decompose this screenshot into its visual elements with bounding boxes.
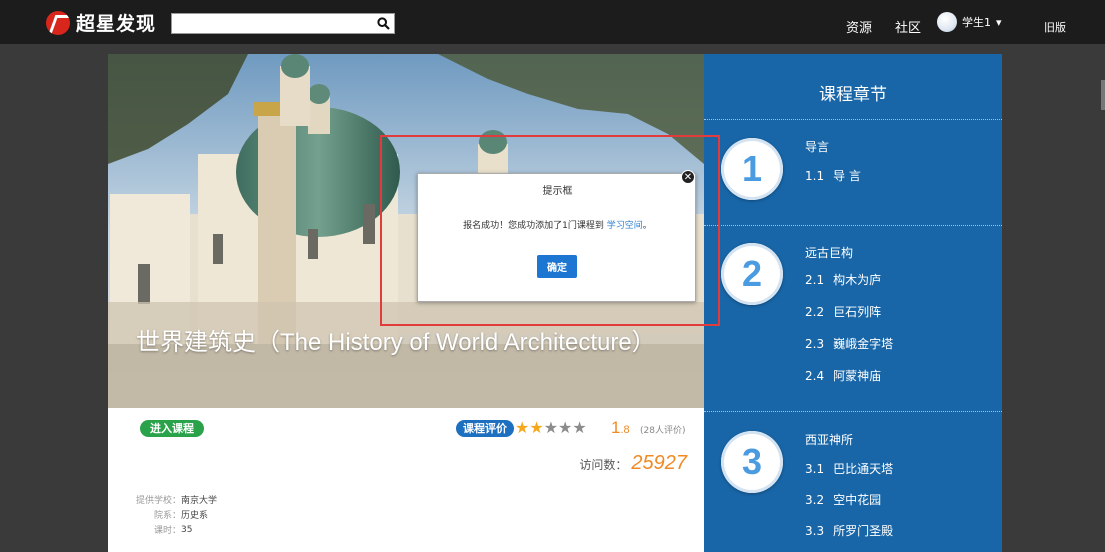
meta-row-department: 院系： 历史系 [108, 507, 238, 522]
divider [704, 411, 1002, 412]
visits-label: 访问数： [579, 458, 628, 472]
lesson-number: 3.2 [805, 493, 825, 507]
logo[interactable]: 超星发现 [46, 9, 156, 36]
chapter-number-badge: 1 [721, 138, 783, 200]
rating-stars[interactable]: ★★★★★ [515, 418, 587, 437]
lesson-label: 巍峨金字塔 [833, 337, 894, 351]
close-icon[interactable]: ✕ [681, 170, 695, 184]
meta-label: 课时： [153, 526, 181, 536]
user-name: 学生1 [962, 16, 991, 29]
star-empty-icon[interactable]: ★ [558, 418, 572, 437]
chapter-lesson-item[interactable]: 3.1 巴比通天塔 [805, 460, 893, 477]
nav-resources-link[interactable]: 资源 [846, 17, 872, 36]
search-icon [376, 17, 390, 30]
chapter-number-badge: 3 [721, 431, 783, 493]
study-space-link[interactable]: 学习空间 [607, 221, 643, 231]
chaoxing-logo-icon [46, 10, 70, 35]
lesson-number: 2.3 [805, 337, 825, 351]
meta-value: 历史系 [181, 511, 209, 521]
prompt-dialog: 提示框 ✕ 报名成功！您成功添加了1门课程到 学习空间。 确定 [417, 170, 697, 302]
nav-old-version-link[interactable]: 旧版 [1044, 19, 1066, 35]
chapter-lesson-item[interactable]: 2.4 阿蒙神庙 [805, 367, 881, 384]
avatar [937, 12, 957, 32]
lesson-label: 阿蒙神庙 [833, 369, 882, 383]
lesson-label: 导 言 [833, 169, 861, 183]
chapter-sidebar: 课程章节 1 导言 1.1 导 言 2 远古巨构 2.1 构木为庐 2.2 巨石列阵 … [704, 54, 1002, 552]
star-filled-icon[interactable]: ★ [529, 418, 543, 437]
chapter-title[interactable]: 导言 [805, 138, 829, 155]
lesson-number: 2.1 [805, 273, 825, 287]
logo-text: 超星发现 [76, 13, 157, 35]
user-menu[interactable]: 学生1 ▾ [937, 12, 1002, 32]
dialog-message-end: 。 [642, 221, 652, 231]
lesson-label: 空中花园 [833, 493, 882, 507]
lesson-number: 2.4 [805, 369, 825, 383]
divider [704, 225, 1002, 226]
visits-value: 25927 [631, 452, 687, 474]
star-filled-icon[interactable]: ★ [515, 418, 529, 437]
search-box[interactable] [171, 13, 395, 34]
chapter-lesson-item[interactable]: 2.2 巨石列阵 [805, 303, 881, 320]
dialog-message: 报名成功！您成功添加了1门课程到 学习空间。 [418, 218, 697, 231]
chapter-number-badge: 2 [721, 243, 783, 305]
rating-count: (28人评价) [640, 426, 686, 436]
star-empty-icon[interactable]: ★ [572, 418, 586, 437]
meta-label: 院系： [153, 511, 181, 521]
meta-row-school: 提供学校： 南京大学 [108, 492, 238, 507]
meta-row-hours: 课时： 35 [108, 522, 238, 537]
chapter-lesson-item[interactable]: 2.3 巍峨金字塔 [805, 335, 893, 352]
top-navbar: 超星发现 资源 社区 学生1 ▾ 旧版 [0, 0, 1105, 44]
chapter-title[interactable]: 远古巨构 [805, 244, 853, 261]
lesson-number: 2.2 [805, 305, 825, 319]
course-title: 世界建筑史（The History of World Architecture） [136, 329, 656, 356]
course-rating-button[interactable]: 课程评价 [456, 420, 514, 437]
course-info-panel: 进入课程 课程评价 ★★★★★ 1.8 (28人评价) 访问数： 25927 提… [108, 408, 704, 552]
rating-score: 1.8 [611, 418, 630, 438]
lesson-number: 1.1 [805, 169, 825, 183]
chapter-title[interactable]: 西亚神所 [805, 431, 853, 448]
confirm-button[interactable]: 确定 [537, 255, 577, 278]
visit-count: 访问数： 25927 [579, 452, 687, 475]
chapter-heading: 课程章节 [819, 85, 887, 105]
scrollbar[interactable] [1101, 80, 1105, 110]
lesson-number: 3.1 [805, 462, 825, 476]
lesson-label: 所罗门圣殿 [833, 524, 894, 538]
rating-score-decimal: .8 [620, 424, 630, 436]
star-empty-icon[interactable]: ★ [544, 418, 558, 437]
lesson-label: 巴比通天塔 [833, 462, 894, 476]
chapter-lesson-item[interactable]: 1.1 导 言 [805, 167, 861, 184]
search-button[interactable] [372, 14, 394, 33]
lesson-label: 构木为庐 [833, 273, 882, 287]
chevron-down-icon: ▾ [996, 15, 1002, 29]
lesson-number: 3.3 [805, 524, 825, 538]
divider [704, 119, 1002, 120]
course-meta: 提供学校： 南京大学 院系： 历史系 课时： 35 [108, 492, 238, 537]
dialog-title: 提示框 [542, 186, 573, 197]
chapter-lesson-item[interactable]: 3.3 所罗门圣殿 [805, 522, 893, 539]
nav-community-link[interactable]: 社区 [895, 17, 921, 36]
enter-course-button[interactable]: 进入课程 [140, 420, 204, 437]
lesson-label: 巨石列阵 [833, 305, 882, 319]
chapter-lesson-item[interactable]: 2.1 构木为庐 [805, 271, 881, 288]
meta-value: 南京大学 [181, 496, 218, 506]
meta-label: 提供学校： [135, 496, 181, 506]
dialog-message-text: 报名成功！您成功添加了1门课程到 [463, 221, 604, 231]
meta-value: 35 [181, 524, 193, 535]
chapter-lesson-item[interactable]: 3.2 空中花园 [805, 491, 881, 508]
